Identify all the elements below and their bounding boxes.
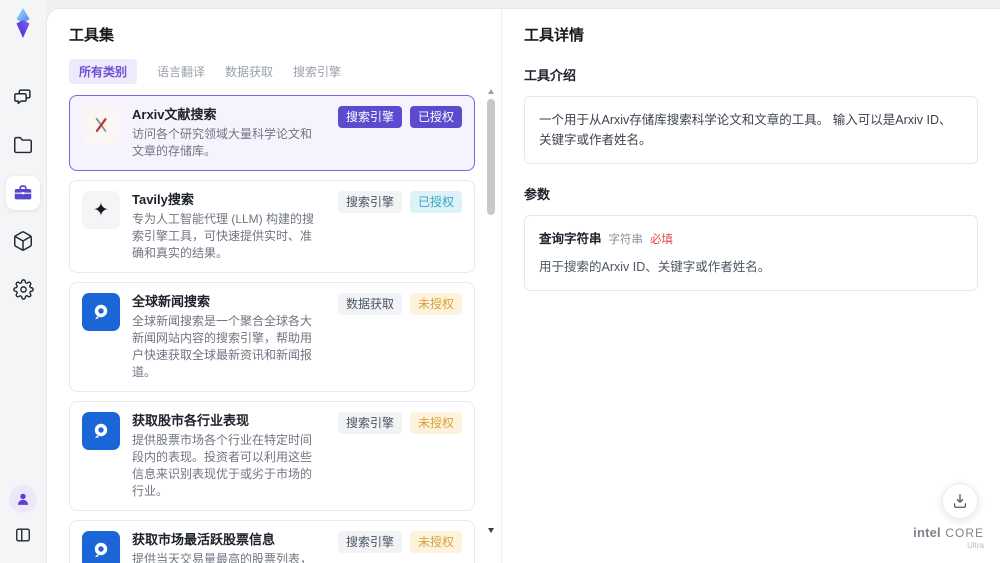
tool-name: 全球新闻搜索 <box>132 294 211 309</box>
params-heading: 参数 <box>524 187 551 202</box>
arxiv-logo-icon <box>82 106 120 144</box>
collapse-panel-icon[interactable] <box>9 521 37 549</box>
user-avatar[interactable] <box>9 485 37 513</box>
tab-search-engine[interactable]: 搜索引擎 <box>293 59 341 84</box>
auth-status-badge: 未授权 <box>409 412 462 434</box>
tool-card-tavily[interactable]: ✦ Tavily搜索 专为人工智能代理 (LLM) 构建的搜索引擎工具，可快速提… <box>69 180 475 273</box>
scroll-up-arrow-icon[interactable] <box>488 89 494 94</box>
news-app-icon <box>82 531 120 563</box>
core-wordmark: CORE <box>945 525 984 540</box>
param-description: 用于搜索的Arxiv ID、关键字或作者姓名。 <box>539 260 771 275</box>
intro-box: 一个用于从Arxiv存储库搜索科学论文和文章的工具。 输入可以是Arxiv ID… <box>524 96 978 164</box>
intel-wordmark: intel <box>913 524 941 540</box>
tab-language-translation[interactable]: 语言翻译 <box>157 59 205 84</box>
tool-description: 访问各个研究领域大量科学论文和文章的存储库。 <box>132 127 313 158</box>
tool-card-sector-performance[interactable]: 获取股市各行业表现 提供股票市场各个行业在特定时间段内的表现。投资者可以利用这些… <box>69 401 475 511</box>
tab-data-fetch[interactable]: 数据获取 <box>225 59 273 84</box>
news-app-icon <box>82 412 120 450</box>
tool-name: Tavily搜索 <box>132 192 194 207</box>
tool-name: Arxiv文献搜索 <box>132 107 217 122</box>
tool-description: 提供股票市场各个行业在特定时间段内的表现。投资者可以利用这些信息来识别表现优于或… <box>132 433 313 498</box>
tool-name: 获取市场最活跃股票信息 <box>132 532 276 547</box>
tool-list: Arxiv文献搜索 访问各个研究领域大量科学论文和文章的存储库。 搜索引擎 已授… <box>69 95 475 563</box>
category-badge: 搜索引擎 <box>337 531 402 553</box>
nav-toolbox-icon[interactable] <box>6 176 40 210</box>
tool-name: 获取股市各行业表现 <box>132 413 250 428</box>
tier-label: Ultra <box>967 541 984 551</box>
app-logo-icon[interactable] <box>8 6 38 40</box>
tools-column: 工具集 所有类别 语言翻译 数据获取 搜索引擎 Arxiv文献搜索 访问各个研究… <box>47 9 502 563</box>
intro-heading: 工具介绍 <box>524 68 577 83</box>
detail-title: 工具详情 <box>524 27 585 44</box>
tool-detail-panel: 工具详情 工具介绍 一个用于从Arxiv存储库搜索科学论文和文章的工具。 输入可… <box>502 9 1000 563</box>
list-scrollbar[interactable] <box>487 89 496 533</box>
category-badge: 搜索引擎 <box>337 412 402 434</box>
auth-status-badge: 未授权 <box>409 531 462 553</box>
download-button[interactable] <box>942 483 978 519</box>
category-badge: 搜索引擎 <box>337 106 402 128</box>
tool-description: 提供当天交易量最高的股票列表，投资者可以利用这些信息来识别流动性强的股票和潜在的… <box>132 552 313 563</box>
page-title: 工具集 <box>69 27 115 44</box>
param-name: 查询字符串 <box>539 232 602 246</box>
tool-card-arxiv[interactable]: Arxiv文献搜索 访问各个研究领域大量科学论文和文章的存储库。 搜索引擎 已授… <box>69 95 475 171</box>
nav-folder-icon[interactable] <box>6 128 40 162</box>
param-type: 字符串 <box>608 234 644 246</box>
sparkle-icon: ✦ <box>82 191 120 229</box>
app-rail <box>0 0 46 563</box>
category-badge: 搜索引擎 <box>337 191 402 213</box>
intro-text: 一个用于从Arxiv存储库搜索科学论文和文章的工具。 输入可以是Arxiv ID… <box>539 113 952 147</box>
nav-cube-icon[interactable] <box>6 224 40 258</box>
nav-chat-icon[interactable] <box>6 80 40 114</box>
category-tabs: 所有类别 语言翻译 数据获取 搜索引擎 <box>69 59 501 84</box>
main-panel: 工具集 所有类别 语言翻译 数据获取 搜索引擎 Arxiv文献搜索 访问各个研究… <box>46 8 1000 563</box>
param-required-label: 必填 <box>650 234 674 246</box>
param-box: 查询字符串 字符串 必填 用于搜索的Arxiv ID、关键字或作者姓名。 <box>524 215 978 292</box>
tool-card-global-news[interactable]: 全球新闻搜索 全球新闻搜索是一个聚合全球各大新闻网站内容的搜索引擎，帮助用户快速… <box>69 282 475 392</box>
auth-status-badge: 未授权 <box>409 293 462 315</box>
auth-status-badge: 已授权 <box>409 106 462 128</box>
intel-core-logo: intel CORE Ultra <box>913 524 984 551</box>
auth-status-badge: 已授权 <box>409 191 462 213</box>
scroll-down-arrow-icon[interactable] <box>488 528 494 533</box>
news-app-icon <box>82 293 120 331</box>
nav-settings-icon[interactable] <box>6 272 40 306</box>
category-badge: 数据获取 <box>337 293 402 315</box>
scrollbar-thumb[interactable] <box>487 99 495 215</box>
tool-description: 全球新闻搜索是一个聚合全球各大新闻网站内容的搜索引擎，帮助用户快速获取全球最新资… <box>132 314 313 379</box>
tool-card-active-stocks[interactable]: 获取市场最活跃股票信息 提供当天交易量最高的股票列表，投资者可以利用这些信息来识… <box>69 520 475 563</box>
tool-description: 专为人工智能代理 (LLM) 构建的搜索引擎工具，可快速提供实时、准确和真实的结… <box>132 212 315 260</box>
tab-all-categories[interactable]: 所有类别 <box>69 59 138 84</box>
